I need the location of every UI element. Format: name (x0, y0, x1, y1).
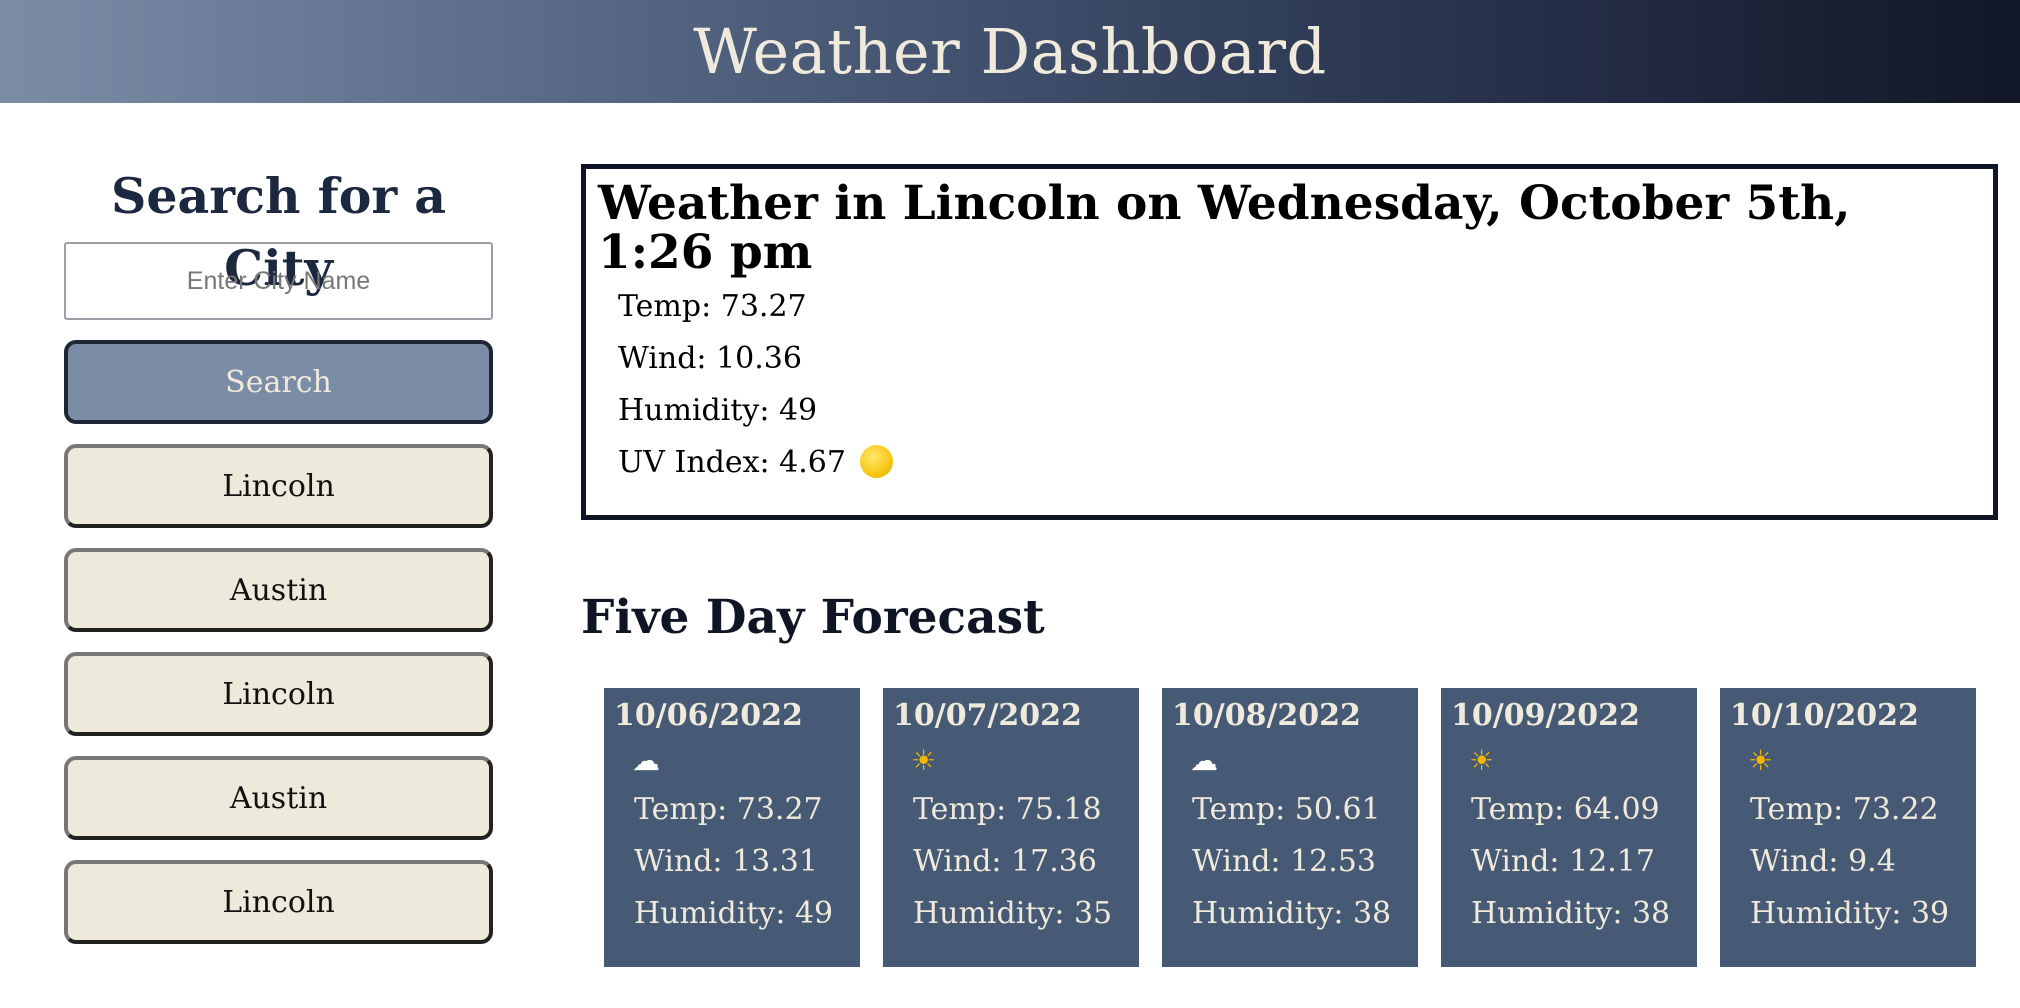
forecast-temp: Temp: 64.09 (1471, 792, 1660, 827)
forecast-card: 10/08/2022 ☁ Temp: 50.61 Wind: 12.53 Hum… (1162, 688, 1418, 967)
search-button[interactable]: Search (64, 340, 493, 424)
forecast-card: 10/06/2022 ☁ Temp: 73.27 Wind: 13.31 Hum… (604, 688, 860, 967)
forecast-temp: Temp: 73.22 (1750, 792, 1939, 827)
page-title: Weather Dashboard (693, 15, 1327, 88)
yellow-circle-icon (859, 445, 893, 478)
current-uv-row: UV Index: 4.67 (618, 437, 1981, 489)
history-button-lincoln[interactable]: Lincoln (64, 860, 493, 944)
forecast-cards: 10/06/2022 ☁ Temp: 73.27 Wind: 13.31 Hum… (604, 688, 1976, 967)
sun-icon: ☀ (1748, 744, 1774, 777)
forecast-humidity: Humidity: 39 (1750, 896, 1950, 931)
history-button-austin[interactable]: Austin (64, 756, 493, 840)
current-wind: Wind: 10.36 (618, 341, 802, 376)
forecast-card: 10/10/2022 ☀ Temp: 73.22 Wind: 9.4 Humid… (1720, 688, 1976, 967)
app-header: Weather Dashboard (0, 0, 2020, 103)
search-heading: Search for a City (110, 167, 447, 297)
forecast-wind: Wind: 12.53 (1192, 844, 1376, 879)
forecast-date: 10/09/2022 (1451, 698, 1640, 733)
forecast-humidity: Humidity: 38 (1471, 896, 1671, 931)
forecast-wind: Wind: 17.36 (913, 844, 1097, 879)
current-weather-panel: Weather in Lincoln on Wednesday, October… (581, 164, 1998, 520)
sun-icon: ☀ (911, 744, 937, 777)
forecast-heading: Five Day Forecast (581, 590, 1045, 645)
forecast-humidity: Humidity: 49 (634, 896, 834, 931)
forecast-date: 10/10/2022 (1730, 698, 1919, 733)
forecast-temp: Temp: 73.27 (634, 792, 823, 827)
forecast-date: 10/07/2022 (893, 698, 1082, 733)
sun-icon: ☀ (1469, 744, 1495, 777)
current-uv-index: UV Index: 4.67 (618, 445, 846, 480)
current-temp: Temp: 73.27 (618, 289, 807, 324)
forecast-temp: Temp: 50.61 (1192, 792, 1381, 827)
forecast-humidity: Humidity: 35 (913, 896, 1113, 931)
history-button-lincoln[interactable]: Lincoln (64, 444, 493, 528)
forecast-date: 10/06/2022 (614, 698, 803, 733)
forecast-humidity: Humidity: 38 (1192, 896, 1392, 931)
forecast-date: 10/08/2022 (1172, 698, 1361, 733)
current-weather-title: Weather in Lincoln on Wednesday, October… (598, 176, 1851, 280)
forecast-card: 10/07/2022 ☀ Temp: 75.18 Wind: 17.36 Hum… (883, 688, 1139, 967)
forecast-wind: Wind: 13.31 (634, 844, 818, 879)
forecast-wind: Wind: 9.4 (1750, 844, 1896, 879)
search-sidebar: Search for a City Search Lincoln Austin … (64, 160, 493, 944)
forecast-card: 10/09/2022 ☀ Temp: 64.09 Wind: 12.17 Hum… (1441, 688, 1697, 967)
cloud-icon: ☁ (1190, 744, 1218, 777)
history-button-austin[interactable]: Austin (64, 548, 493, 632)
current-humidity: Humidity: 49 (618, 393, 818, 428)
history-button-lincoln[interactable]: Lincoln (64, 652, 493, 736)
forecast-wind: Wind: 12.17 (1471, 844, 1655, 879)
forecast-temp: Temp: 75.18 (913, 792, 1102, 827)
cloud-icon: ☁ (632, 744, 660, 777)
